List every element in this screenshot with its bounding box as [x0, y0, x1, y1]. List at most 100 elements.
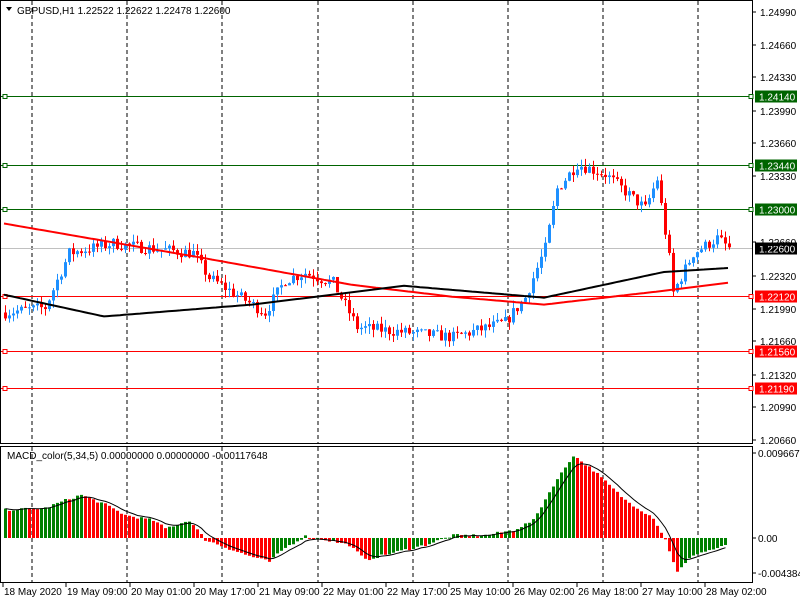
candle-body: [408, 327, 411, 334]
macd-histogram-bar: [428, 538, 431, 545]
candle-body: [464, 332, 467, 334]
macd-histogram-bar: [264, 538, 267, 560]
macd-histogram-bar: [20, 508, 23, 538]
macd-histogram-bar: [616, 491, 619, 538]
candle-body: [452, 331, 455, 342]
macd-histogram-bar: [76, 495, 79, 538]
macd-histogram-bar: [308, 537, 311, 539]
price-axis-label: 1.24660: [760, 41, 797, 52]
macd-histogram-bar: [624, 499, 627, 538]
time-axis-label: 28 May 02:00: [706, 587, 767, 598]
candle-body: [504, 317, 507, 321]
macd-histogram-bar: [496, 531, 499, 538]
macd-histogram-bar: [468, 536, 471, 538]
macd-histogram-bar: [92, 499, 95, 538]
macd-histogram-bar: [664, 538, 667, 540]
macd-histogram-bar: [296, 538, 299, 542]
candle-body: [612, 175, 615, 178]
macd-histogram-bar: [96, 502, 99, 538]
macd-histogram-bar: [80, 494, 83, 538]
candle-body: [20, 306, 23, 311]
macd-histogram-bar: [596, 472, 599, 538]
macd-histogram-bar: [196, 529, 199, 538]
macd-histogram-bar: [376, 538, 379, 559]
time-axis-label: 19 May 09:00: [67, 587, 128, 598]
candle-body: [292, 275, 295, 284]
candle-body: [632, 191, 635, 195]
candle-body: [604, 174, 607, 178]
candle-body: [564, 180, 567, 189]
candle-body: [28, 307, 31, 309]
candle-body: [84, 251, 87, 254]
candle-body: [52, 290, 55, 301]
macd-histogram-bar: [556, 479, 559, 538]
candle-body: [352, 313, 355, 317]
candle-body: [456, 331, 459, 333]
macd-histogram-bar: [384, 538, 387, 555]
candle-body: [92, 243, 95, 252]
macd-histogram-bar: [532, 519, 535, 538]
candle-body: [480, 325, 483, 331]
candle-body: [368, 323, 371, 327]
macd-histogram-bar: [640, 511, 643, 538]
candle-body: [628, 191, 631, 196]
macd-histogram-bar: [416, 538, 419, 547]
candle-body: [516, 308, 519, 312]
macd-histogram-bar: [152, 520, 155, 538]
macd-histogram-bar: [636, 508, 639, 538]
macd-histogram-bar: [68, 499, 71, 538]
candle-body: [136, 241, 139, 243]
candle-body: [24, 306, 27, 308]
candle-body: [252, 302, 255, 304]
candle-body: [636, 194, 639, 206]
candle-body: [484, 324, 487, 331]
candle-body: [556, 188, 559, 207]
macd-histogram-bar: [404, 538, 407, 550]
candle-body: [704, 241, 707, 250]
time-axis-label: 26 May 02:00: [514, 587, 575, 598]
candle-body: [400, 329, 403, 333]
candle-body: [60, 276, 63, 280]
macd-axis-label: 0.0096677: [758, 449, 800, 460]
candle-body: [232, 288, 235, 297]
macd-histogram-bar: [472, 534, 475, 538]
candle-body: [360, 327, 363, 330]
candle-body: [720, 235, 723, 238]
candle-body: [688, 262, 691, 265]
macd-histogram-bar: [8, 510, 11, 538]
macd-histogram-bar: [272, 538, 275, 558]
candle-body: [524, 297, 527, 302]
macd-histogram-bar: [12, 510, 15, 538]
macd-histogram-bar: [724, 538, 727, 545]
candle-body: [728, 243, 731, 248]
candle-body: [280, 285, 283, 288]
macd-histogram-bar: [704, 538, 707, 552]
time-axis-label: 25 May 10:00: [450, 587, 511, 598]
time-axis-label: 22 May 17:00: [387, 587, 448, 598]
level-handle-icon: [748, 294, 754, 299]
price-axis-label: 1.21990: [760, 305, 797, 316]
macd-histogram-bar: [28, 508, 31, 538]
candle-body: [208, 274, 211, 280]
candle-body: [404, 327, 407, 333]
candle-body: [412, 332, 415, 334]
candle-body: [540, 256, 543, 268]
candle-body: [216, 275, 219, 282]
candle-body: [244, 292, 247, 301]
macd-histogram-bar: [104, 503, 107, 538]
macd-histogram-bar: [84, 496, 87, 538]
macd-histogram-bar: [168, 526, 171, 538]
macd-histogram-bar: [612, 488, 615, 538]
candle-body: [336, 276, 339, 293]
macd-histogram-bar: [380, 538, 383, 555]
macd-histogram-bar: [144, 518, 147, 538]
chart-canvas[interactable]: 1.24140 1.23440 1.23000 1.22120 1.21560 1.211…: [0, 0, 800, 600]
macd-histogram-bar: [120, 513, 123, 538]
price-axis-label: 1.24330: [760, 73, 797, 84]
macd-histogram-bar: [292, 538, 295, 545]
candle-body: [376, 323, 379, 330]
candle-body: [296, 275, 299, 281]
macd-histogram-bar: [204, 538, 207, 541]
candle-body: [660, 180, 663, 203]
candle-body: [308, 273, 311, 276]
